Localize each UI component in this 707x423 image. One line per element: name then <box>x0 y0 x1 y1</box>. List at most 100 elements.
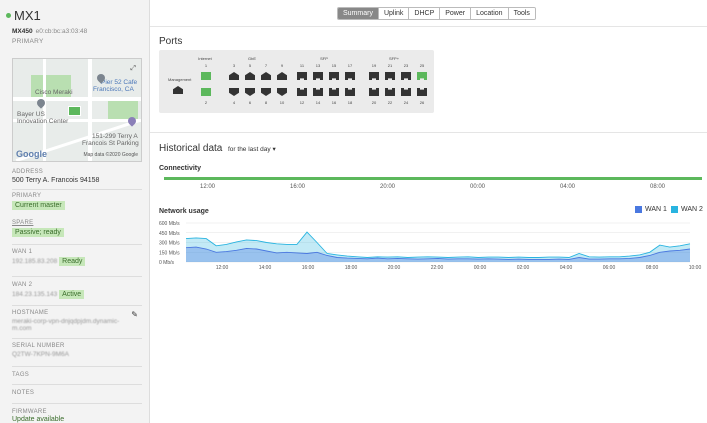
port-15-icon[interactable] <box>329 72 339 80</box>
port-4-icon[interactable] <box>229 88 239 96</box>
x-tick-label: 08:00 <box>646 265 659 270</box>
port-26-icon[interactable] <box>417 88 427 96</box>
expand-icon[interactable]: ⤢ <box>130 65 136 73</box>
divider <box>12 366 142 367</box>
x-tick-label: 18:00 <box>345 265 358 270</box>
sfpplus-label: SFP+ <box>388 56 400 61</box>
port-number: 11 <box>299 63 305 68</box>
y-tick-label: 450 Mb/s <box>159 231 180 237</box>
port-number: 15 <box>331 63 337 68</box>
wan1-ip: 192.185.83.208 <box>12 258 58 265</box>
port-21-icon[interactable] <box>385 72 395 80</box>
port-number: 13 <box>315 63 321 68</box>
port-23-icon[interactable] <box>401 72 411 80</box>
port-number: 24 <box>403 100 409 105</box>
port-number: 3 <box>232 63 236 68</box>
legend-wan2[interactable]: WAN 2 <box>671 206 703 213</box>
port-8-icon[interactable] <box>261 88 271 96</box>
tab-power[interactable]: Power <box>439 8 471 19</box>
connectivity-tick: 16:00 <box>290 184 306 190</box>
port-number: 21 <box>387 63 393 68</box>
port-13-icon[interactable] <box>313 72 323 80</box>
port-9-icon[interactable] <box>277 72 287 80</box>
x-tick-label: 00:00 <box>474 265 487 270</box>
port-number: 25 <box>419 63 425 68</box>
x-tick-label: 10:00 <box>689 265 702 270</box>
port-7-icon[interactable] <box>261 72 271 80</box>
tab-tools[interactable]: Tools <box>507 8 535 19</box>
notes-field[interactable]: NOTES <box>12 390 142 396</box>
network-usage-chart[interactable]: 600 Mb/s 450 Mb/s 300 Mb/s 150 Mb/s 0 Mb/s 12… <box>150 218 707 270</box>
port-11-icon[interactable] <box>297 72 307 80</box>
notes-label: NOTES <box>12 390 35 396</box>
tags-field[interactable]: TAGS <box>12 372 142 378</box>
device-role: PRIMARY <box>12 38 44 45</box>
device-marker-icon[interactable] <box>68 106 81 116</box>
map-label: Francisco, CA <box>93 86 134 93</box>
port-10-icon[interactable] <box>277 88 287 96</box>
port-2-icon[interactable] <box>201 88 211 96</box>
port-1-icon[interactable] <box>201 72 211 80</box>
hostname-value: meraki-corp-vpn-dnjqdpjdm.dynamic- <box>12 318 120 325</box>
port-18-icon[interactable] <box>345 88 355 96</box>
status-dot <box>6 13 11 18</box>
legend-wan1[interactable]: WAN 1 <box>635 206 667 213</box>
port-number: 5 <box>248 63 252 68</box>
port-number: 2 <box>204 100 208 105</box>
port-number: 8 <box>264 100 268 105</box>
map-label: Innovation Center <box>17 118 69 125</box>
serial-field: SERIAL NUMBER Q2TW-7KPN-9M6A <box>12 343 142 358</box>
map-road <box>13 97 141 101</box>
x-tick-label: 06:00 <box>603 265 616 270</box>
port-17-icon[interactable] <box>345 72 355 80</box>
tab-summary[interactable]: Summary <box>338 8 378 19</box>
spare-label[interactable]: SPARE <box>12 220 142 226</box>
port-14-icon[interactable] <box>313 88 323 96</box>
device-title: MX1 <box>6 8 41 23</box>
port-20-icon[interactable] <box>369 88 379 96</box>
map-label: 151-299 Terry A <box>92 133 138 140</box>
x-tick-label: 14:00 <box>259 265 272 270</box>
management-label: Management <box>168 77 192 82</box>
tab-uplink[interactable]: Uplink <box>377 8 409 19</box>
map-label: Pier 52 Cafe <box>101 79 138 86</box>
map-label: Francois St Parking <box>82 140 139 147</box>
connectivity-tick: 12:00 <box>200 184 216 190</box>
divider <box>12 403 142 404</box>
y-tick-label: 300 Mb/s <box>159 241 180 247</box>
port-12-icon[interactable] <box>297 88 307 96</box>
location-map[interactable]: ⤢ Cisco Meraki Bayer US Innovation Cente… <box>12 58 142 162</box>
device-name: MX1 <box>14 8 41 23</box>
connectivity-bar[interactable] <box>164 177 702 180</box>
device-sidebar: MX1 MX450 e0:cb:bc:a3:03:48 PRIMARY ⤢ Cis… <box>0 0 150 423</box>
port-22-icon[interactable] <box>385 88 395 96</box>
primary-label: PRIMARY <box>12 193 42 199</box>
port-number: 1 <box>204 63 208 68</box>
device-model-line: MX450 e0:cb:bc:a3:03:48 <box>12 28 87 35</box>
port-number: 26 <box>419 100 425 105</box>
tab-dhcp[interactable]: DHCP <box>408 8 440 19</box>
wan1-status-badge: Ready <box>59 257 86 266</box>
wan2-ip: 184.23.135.143 <box>12 291 58 298</box>
range-value: for the last day <box>228 146 271 153</box>
firmware-value[interactable]: Update available <box>12 416 142 423</box>
port-number: 16 <box>331 100 337 105</box>
tab-location[interactable]: Location <box>470 8 508 19</box>
wan1-field: WAN 1 192.185.83.208 Ready <box>12 249 142 266</box>
port-number: 4 <box>232 100 236 105</box>
port-6-icon[interactable] <box>245 88 255 96</box>
port-16-icon[interactable] <box>329 88 339 96</box>
port-24-icon[interactable] <box>401 88 411 96</box>
connectivity-tick: 00:00 <box>470 184 486 190</box>
port-number: 6 <box>248 100 252 105</box>
connectivity-title: Connectivity <box>159 165 202 172</box>
port-5-icon[interactable] <box>245 72 255 80</box>
port-25-icon[interactable] <box>417 72 427 80</box>
range-dropdown[interactable]: for the last day ▾ <box>228 145 276 153</box>
management-port-icon[interactable] <box>173 86 183 94</box>
primary-badge: Current master <box>12 201 65 210</box>
port-3-icon[interactable] <box>229 72 239 80</box>
divider <box>12 244 142 245</box>
divider <box>150 132 707 133</box>
port-19-icon[interactable] <box>369 72 379 80</box>
